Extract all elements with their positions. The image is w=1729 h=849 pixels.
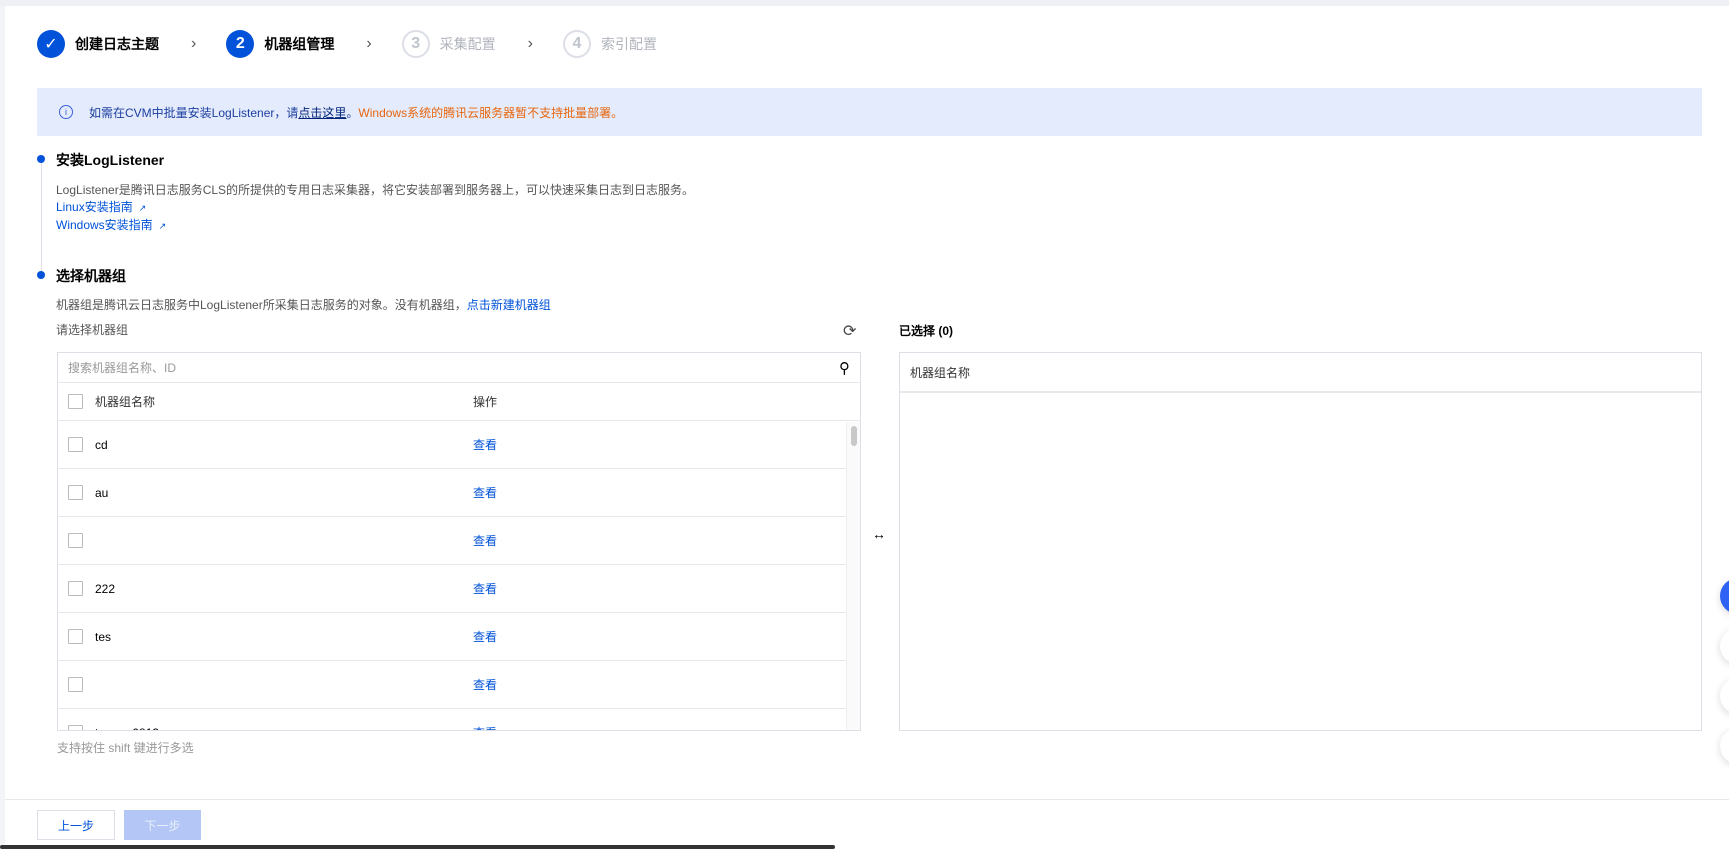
transfer-arrows-icon: ↔	[872, 526, 886, 542]
step-label: 索引配置	[600, 36, 657, 52]
bottom-bar	[0, 845, 835, 849]
scrollbar[interactable]	[846, 422, 860, 730]
check-icon: ✓	[37, 30, 65, 58]
linux-guide-link[interactable]: Linux安装指南 ↗	[56, 198, 146, 215]
step-label: 机器组管理	[264, 36, 335, 52]
step-number: 3	[401, 30, 430, 58]
step-number: 4	[562, 30, 591, 58]
view-link[interactable]: 查看	[473, 628, 497, 645]
table-header: 机器组名称 操作	[58, 383, 860, 421]
timeline-line	[41, 160, 42, 275]
row-checkbox[interactable]	[68, 677, 83, 692]
row-checkbox[interactable]	[68, 581, 83, 596]
view-link[interactable]: 查看	[473, 532, 497, 549]
table-row[interactable]: cd 查看	[58, 421, 848, 469]
create-group-link[interactable]: 点击新建机器组	[467, 298, 551, 312]
alert-sep: 。	[346, 105, 359, 120]
click-here-link[interactable]: 点击这里	[298, 104, 346, 121]
table-row[interactable]: trump_0813 查看	[58, 709, 848, 731]
link-text: Windows安装指南	[56, 218, 153, 232]
select-label: 请选择机器组	[56, 323, 129, 337]
step-4: 4 索引配置	[562, 30, 657, 58]
view-link[interactable]: 查看	[473, 580, 497, 597]
select-title: 选择机器组	[56, 268, 126, 284]
search-input[interactable]	[68, 360, 768, 375]
chevron-right-icon: ›	[191, 35, 197, 52]
view-link[interactable]: 查看	[473, 724, 497, 730]
search-icon[interactable]: ⚲	[839, 359, 850, 377]
view-link[interactable]: 查看	[473, 676, 497, 693]
group-name: tes	[95, 629, 112, 644]
table-row[interactable]: tes 查看	[58, 613, 848, 661]
alert-text: 如需在CVM中批量安装LogListener，请	[89, 105, 299, 120]
install-desc: LogListener是腾讯日志服务CLS的所提供的专用日志采集器，将它安装部署…	[56, 183, 695, 197]
step-label: 创建日志主题	[75, 36, 159, 52]
group-name: au	[95, 485, 109, 500]
group-name: cd	[95, 437, 108, 452]
row-checkbox[interactable]	[68, 533, 83, 548]
group-name: 222	[95, 581, 116, 596]
footer-divider	[5, 799, 1729, 800]
external-link-icon: ↗	[158, 221, 167, 231]
chevron-right-icon: ›	[527, 35, 533, 52]
refresh-icon[interactable]: ⟳	[843, 321, 856, 341]
view-link[interactable]: 查看	[473, 436, 497, 453]
row-checkbox[interactable]	[68, 437, 83, 452]
install-title: 安装LogListener	[56, 152, 165, 168]
select-desc: 机器组是腾讯云日志服务中LogListener所采集日志服务的对象。没有机器组，	[56, 298, 467, 312]
step-3: 3 采集配置	[401, 30, 496, 58]
info-icon: i	[59, 105, 73, 119]
col-name: 机器组名称	[95, 395, 156, 409]
col-op: 操作	[473, 395, 498, 409]
row-checkbox[interactable]	[68, 629, 83, 644]
step-2[interactable]: 2 机器组管理	[226, 30, 334, 58]
timeline-dot	[37, 271, 45, 279]
view-link[interactable]: 查看	[473, 484, 497, 501]
step-label: 采集配置	[439, 36, 496, 52]
table-row[interactable]: 查看	[58, 661, 848, 709]
prev-button[interactable]: 上一步	[37, 810, 115, 840]
row-checkbox[interactable]	[68, 725, 83, 730]
next-button[interactable]: 下一步	[124, 810, 201, 840]
stepper: ✓ 创建日志主题 › 2 机器组管理 › 3 采集配置 › 4 索引配置	[37, 30, 657, 58]
table-row[interactable]: 222 查看	[58, 565, 848, 613]
link-text: Linux安装指南	[56, 200, 133, 214]
selected-col-name: 机器组名称	[900, 353, 1701, 393]
step-number: 2	[226, 30, 255, 58]
row-checkbox[interactable]	[68, 485, 83, 500]
info-alert: i 如需在CVM中批量安装LogListener，请 点击这里。 Windows系统…	[37, 88, 1702, 136]
chevron-right-icon: ›	[366, 35, 372, 52]
search-box: ⚲	[58, 353, 860, 383]
group-table: ⚲ 机器组名称 操作 cd查看au查看查看222查看tes查看查看trump_0…	[57, 352, 861, 731]
table-row[interactable]: 查看	[58, 517, 848, 565]
table-row[interactable]: au 查看	[58, 469, 848, 517]
timeline-dot	[37, 155, 45, 163]
selected-table: 机器组名称	[899, 352, 1702, 731]
alert-warning: Windows系统的腾讯云服务器暂不支持批量部署。	[358, 105, 624, 120]
windows-guide-link[interactable]: Windows安装指南 ↗	[56, 216, 166, 233]
step-1[interactable]: ✓ 创建日志主题	[37, 30, 159, 58]
select-all-checkbox[interactable]	[68, 394, 83, 409]
selected-count: 已选择 (0)	[899, 324, 954, 338]
group-name: trump_0813	[95, 726, 159, 731]
external-link-icon: ↗	[138, 203, 147, 213]
scrollbar-thumb[interactable]	[851, 426, 857, 446]
multiselect-hint: 支持按住 shift 键进行多选	[57, 741, 194, 755]
